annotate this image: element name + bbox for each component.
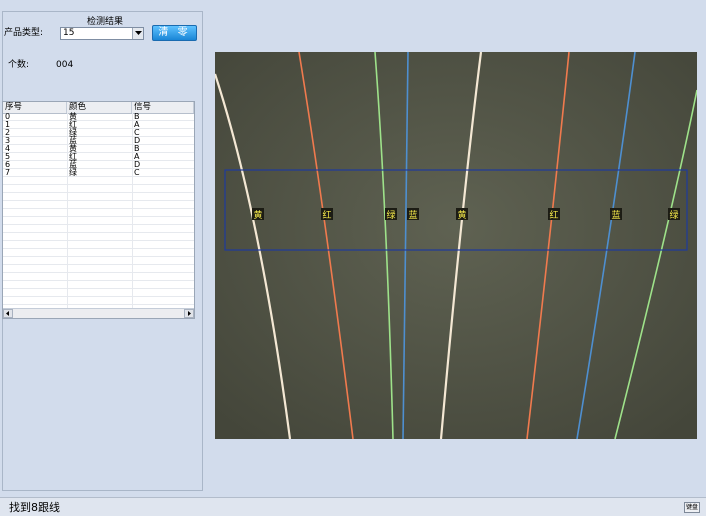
table-row[interactable] xyxy=(3,257,194,265)
table-row[interactable] xyxy=(3,289,194,297)
status-bar: 找到8跟线 键盘 xyxy=(0,497,706,516)
camera-image: 黄红绿蓝黄红蓝绿 xyxy=(213,51,698,440)
table-row[interactable] xyxy=(3,209,194,217)
product-type-select[interactable]: 15 xyxy=(60,27,144,40)
wire-tag: 蓝 xyxy=(610,208,622,221)
count-value: 004 xyxy=(56,60,74,70)
table-row[interactable] xyxy=(3,185,194,193)
table-row[interactable] xyxy=(3,233,194,241)
table-row[interactable] xyxy=(3,201,194,209)
camera-view[interactable]: 黄红绿蓝黄红蓝绿 xyxy=(213,51,698,440)
table-cell-color: 绿 xyxy=(69,168,77,177)
table-row[interactable]: 7 绿 C xyxy=(3,168,194,177)
chevron-down-icon[interactable] xyxy=(132,28,143,39)
wire-tag-label: 蓝 xyxy=(408,209,417,221)
wire-tag-label: 红 xyxy=(549,209,558,221)
wire-tag: 绿 xyxy=(668,208,680,221)
column-header-index[interactable]: 序号 xyxy=(3,102,67,113)
table-row[interactable]: 3蓝D xyxy=(3,136,194,145)
result-table[interactable]: 序号 颜色 信号 0黄B1红A2绿C3蓝D4黄B5红A6蓝D7绿C xyxy=(2,101,195,319)
wire-tag: 黄 xyxy=(456,208,468,221)
table-row[interactable] xyxy=(3,193,194,201)
table-row[interactable] xyxy=(3,241,194,249)
product-type-value: 15 xyxy=(63,28,75,38)
wire-tag: 红 xyxy=(321,208,333,221)
wire-tag: 黄 xyxy=(252,208,264,221)
status-message: 找到8跟线 xyxy=(9,501,60,514)
table-cell-idx: 7 xyxy=(5,168,11,177)
wire-tag-label: 绿 xyxy=(669,209,678,221)
table-row[interactable]: 0黄B xyxy=(3,112,194,121)
wire-tag-label: 绿 xyxy=(386,209,395,221)
table-row[interactable]: 4黄B xyxy=(3,144,194,153)
horizontal-scrollbar[interactable] xyxy=(3,308,194,318)
table-row[interactable] xyxy=(3,297,194,305)
wire-tag-label: 红 xyxy=(322,209,331,221)
table-row[interactable] xyxy=(3,265,194,273)
wire-tag: 蓝 xyxy=(407,208,419,221)
column-header-signal[interactable]: 信号 xyxy=(132,102,194,113)
wire-tag: 红 xyxy=(548,208,560,221)
table-row[interactable]: 5红A xyxy=(3,152,194,161)
wire-tag-label: 蓝 xyxy=(611,209,620,221)
table-row[interactable]: 6蓝D xyxy=(3,160,194,169)
clear-button[interactable]: 清 零 xyxy=(152,25,197,41)
wire-tag: 绿 xyxy=(385,208,397,221)
table-row[interactable] xyxy=(3,273,194,281)
scroll-left-button[interactable] xyxy=(3,309,13,318)
count-label: 个数: xyxy=(8,60,30,70)
keyboard-button[interactable]: 键盘 xyxy=(684,502,700,513)
table-row[interactable]: 1红A xyxy=(3,120,194,129)
table-row[interactable] xyxy=(3,281,194,289)
table-row[interactable] xyxy=(3,217,194,225)
table-row[interactable] xyxy=(3,249,194,257)
table-cell-signal: C xyxy=(134,168,140,177)
table-row[interactable]: 2绿C xyxy=(3,128,194,137)
wire-tag-label: 黄 xyxy=(457,209,466,221)
table-row[interactable] xyxy=(3,225,194,233)
product-type-label: 产品类型: xyxy=(4,28,44,38)
wire-tag-label: 黄 xyxy=(253,209,262,221)
table-row[interactable] xyxy=(3,177,194,185)
scroll-right-button[interactable] xyxy=(184,309,194,318)
